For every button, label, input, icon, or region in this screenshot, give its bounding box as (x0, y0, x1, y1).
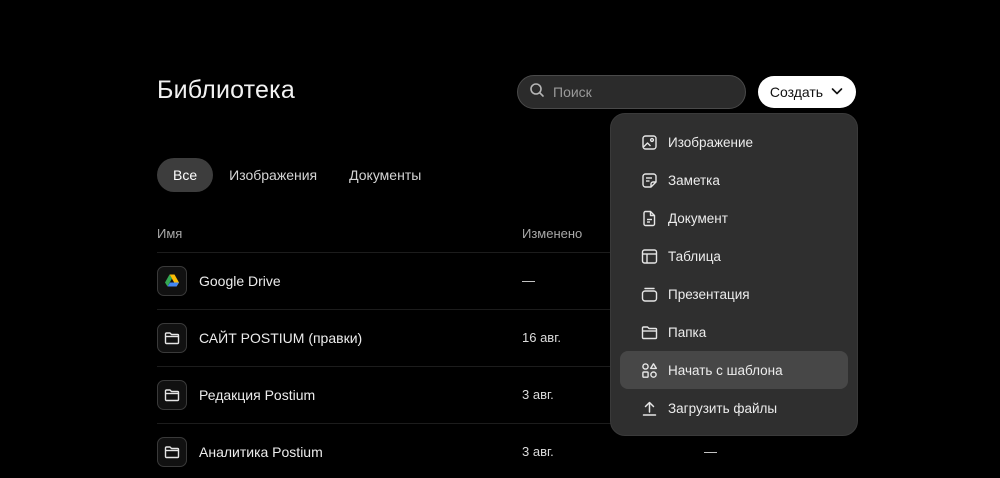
row-name: Аналитика Postium (199, 444, 323, 460)
chevron-down-icon (830, 84, 844, 101)
document-icon (641, 210, 658, 227)
menu-item-label: Загрузить файлы (668, 400, 778, 416)
row-modified: 3 авг. (522, 387, 554, 402)
menu-item-label: Документ (668, 210, 728, 226)
image-icon (641, 134, 658, 151)
note-icon (641, 172, 658, 189)
template-icon (641, 362, 658, 379)
row-extra: — (704, 444, 717, 459)
presentation-icon (641, 286, 658, 303)
menu-item-label: Изображение (668, 134, 754, 150)
menu-item-label: Папка (668, 324, 707, 340)
search-input[interactable] (553, 84, 733, 100)
menu-item-label: Начать с шаблона (668, 362, 783, 378)
create-button[interactable]: Создать (758, 76, 856, 108)
column-header-name[interactable]: Имя (157, 226, 182, 241)
folder-icon (157, 323, 187, 353)
search-icon (529, 82, 545, 103)
menu-item-folder[interactable]: Папка (620, 313, 848, 351)
menu-item-label: Заметка (668, 172, 720, 188)
create-button-label: Создать (769, 84, 824, 100)
menu-item-presentation[interactable]: Презентация (620, 275, 848, 313)
menu-item-start-from-template[interactable]: Начать с шаблона (620, 351, 848, 389)
upload-icon (641, 400, 658, 417)
tab-all[interactable]: Все (157, 158, 214, 192)
tab-images[interactable]: Изображения (213, 158, 333, 192)
table-icon (641, 248, 658, 265)
menu-item-document[interactable]: Документ (620, 199, 848, 237)
folder-icon (157, 380, 187, 410)
create-menu: Изображение Заметка Документ Таблица Пре… (610, 113, 858, 436)
menu-item-note[interactable]: Заметка (620, 161, 848, 199)
row-name: Редакция Postium (199, 387, 316, 403)
library-page: Библиотека Создать Все Изображения Докум… (0, 0, 1000, 478)
row-modified: — (522, 273, 535, 288)
folder-icon (641, 324, 658, 341)
menu-item-label: Таблица (668, 248, 721, 264)
menu-item-label: Презентация (668, 286, 750, 302)
filter-tabs: Все Изображения Документы (157, 158, 437, 192)
folder-icon (157, 437, 187, 467)
menu-item-table[interactable]: Таблица (620, 237, 848, 275)
row-name: Google Drive (199, 273, 281, 289)
row-modified: 16 авг. (522, 330, 561, 345)
row-modified: 3 авг. (522, 444, 554, 459)
page-title: Библиотека (157, 76, 295, 104)
row-name: САЙТ POSTIUM (правки) (199, 330, 363, 346)
google-drive-icon (157, 266, 187, 296)
tab-documents[interactable]: Документы (333, 158, 437, 192)
search-box[interactable] (517, 75, 746, 109)
menu-item-upload-files[interactable]: Загрузить файлы (620, 389, 848, 427)
menu-item-image[interactable]: Изображение (620, 123, 848, 161)
column-header-modified[interactable]: Изменено (522, 226, 582, 241)
